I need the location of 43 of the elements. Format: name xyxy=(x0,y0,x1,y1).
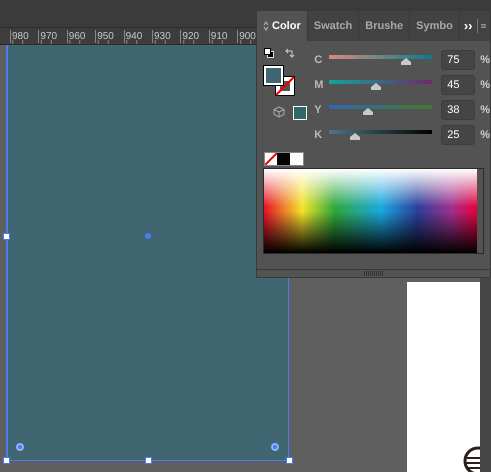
ruler-label: 940 xyxy=(124,30,142,43)
overflow-button[interactable]: ›› xyxy=(460,11,477,41)
none-swatch-icon[interactable] xyxy=(265,153,277,165)
channel-label: K xyxy=(314,128,324,143)
channel-label: M xyxy=(314,78,324,93)
selection-handle[interactable] xyxy=(145,457,152,464)
default-colors-icon[interactable] xyxy=(264,48,274,58)
percent-label: % xyxy=(480,52,490,68)
ruler-label: 930 xyxy=(152,30,171,43)
slider[interactable] xyxy=(329,130,432,140)
ruler-label: 980 xyxy=(10,30,29,43)
ruler-label: 970 xyxy=(38,30,58,43)
menu-icon[interactable] xyxy=(481,22,486,30)
slider[interactable] xyxy=(329,55,432,65)
slider[interactable] xyxy=(329,80,432,90)
ruler-label: 960 xyxy=(66,30,86,43)
selection-handle[interactable] xyxy=(3,233,10,240)
channel-label: C xyxy=(314,52,324,68)
value-field[interactable]: 45 xyxy=(441,75,476,95)
swap-arrows-icon[interactable] xyxy=(285,48,296,59)
percent-label: % xyxy=(480,102,490,118)
swatch[interactable] xyxy=(290,153,303,165)
up-down-icon xyxy=(263,21,269,31)
channel-label: Y xyxy=(314,102,323,118)
panel-tab[interactable]: Color xyxy=(257,11,308,41)
fill-swatch[interactable] xyxy=(264,66,283,85)
selection-handle[interactable] xyxy=(286,457,293,464)
quick-swatches[interactable] xyxy=(264,152,304,166)
value-field[interactable]: 25 xyxy=(441,125,476,145)
swatch[interactable] xyxy=(277,153,290,165)
percent-label: % xyxy=(480,128,490,143)
ruler-label: 920 xyxy=(180,30,200,43)
ruler-label: 910 xyxy=(208,30,228,43)
ruler-label: 950 xyxy=(95,30,114,43)
selection-handle[interactable] xyxy=(3,457,10,464)
value-field[interactable]: 75 xyxy=(441,50,476,70)
color-swatch[interactable] xyxy=(293,106,307,120)
slider[interactable] xyxy=(329,105,432,115)
value-field[interactable]: 38 xyxy=(441,100,476,120)
resize-grip-icon[interactable] xyxy=(364,271,384,276)
cube-icon xyxy=(273,106,285,118)
percent-label: % xyxy=(480,78,490,93)
color-spectrum[interactable] xyxy=(264,169,477,253)
